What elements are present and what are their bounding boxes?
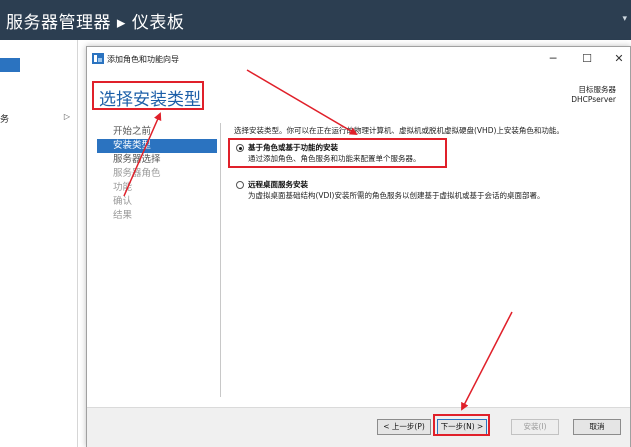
step-features: 功能 <box>113 182 133 193</box>
page-title: 选择安装类型 <box>99 90 201 110</box>
radio-role-based[interactable] <box>236 144 244 152</box>
add-roles-wizard: 添加角色和功能向导 ─ ☐ ✕ 选择安装类型 目标服务器 DHCPserver … <box>86 46 631 447</box>
maximize-button[interactable]: ☐ <box>573 50 601 68</box>
wizard-titlebar[interactable]: 添加角色和功能向导 ─ ☐ ✕ <box>87 47 630 71</box>
next-button[interactable]: 下一步(N) > <box>437 419 487 435</box>
server-manager-header: 服务器管理器 ▸ 仪表板 ▾ <box>0 0 631 40</box>
step-results: 结果 <box>113 210 133 221</box>
server-manager-icon <box>92 53 104 64</box>
option-title: 基于角色或基于功能的安装 <box>248 143 338 152</box>
radio-remote-desktop[interactable] <box>236 181 244 189</box>
previous-button[interactable]: < 上一步(P) <box>377 419 431 435</box>
install-button: 安装(I) <box>511 419 559 435</box>
target-server-label: 目标服务器 <box>578 85 617 94</box>
step-before-you-begin[interactable]: 开始之前 <box>97 125 217 139</box>
target-server-name: DHCPserver <box>571 95 616 104</box>
step-installation-type[interactable]: 安装类型 <box>97 139 217 153</box>
wizard-footer: < 上一步(P) 下一步(N) > 安装(I) 取消 <box>87 407 630 447</box>
nav-item-file-services[interactable]: 务 ▷ <box>0 112 70 126</box>
wizard-window-title: 添加角色和功能向导 <box>107 55 179 64</box>
intro-text: 选择安装类型。你可以在正在运行的物理计算机、虚拟机或脱机虚拟硬盘(VHD)上安装… <box>234 126 564 135</box>
option-title: 远程桌面服务安装 <box>248 180 308 189</box>
server-manager-nav: 务 ▷ <box>0 40 78 447</box>
step-server-selection[interactable]: 服务器选择 <box>97 153 217 167</box>
wizard-content: 选择安装类型。你可以在正在运行的物理计算机、虚拟机或脱机虚拟硬盘(VHD)上安装… <box>234 125 622 200</box>
close-button[interactable]: ✕ <box>605 50 631 68</box>
chevron-down-icon[interactable]: ▾ <box>622 14 627 24</box>
wizard-step-list: 开始之前 安装类型 服务器选择 服务器角色 功能 确认 结果 <box>97 125 217 223</box>
step-server-roles: 服务器角色 <box>113 168 161 179</box>
option-description: 为虚拟桌面基础结构(VDI)安装所需的角色服务以创建基于虚拟机或基于会话的桌面部… <box>248 191 545 200</box>
option-description: 通过添加角色、角色服务和功能来配置单个服务器。 <box>248 154 421 163</box>
target-server-info: 目标服务器 DHCPserver <box>571 85 616 105</box>
cancel-button[interactable]: 取消 <box>573 419 621 435</box>
step-divider <box>220 123 221 397</box>
nav-item-label: 务 <box>0 115 10 125</box>
chevron-right-icon: ▷ <box>63 112 70 121</box>
nav-item-dashboard[interactable] <box>0 58 20 72</box>
minimize-button[interactable]: ─ <box>539 50 567 68</box>
step-confirmation: 确认 <box>113 196 133 207</box>
server-manager-title: 服务器管理器 ▸ 仪表板 <box>6 13 185 33</box>
